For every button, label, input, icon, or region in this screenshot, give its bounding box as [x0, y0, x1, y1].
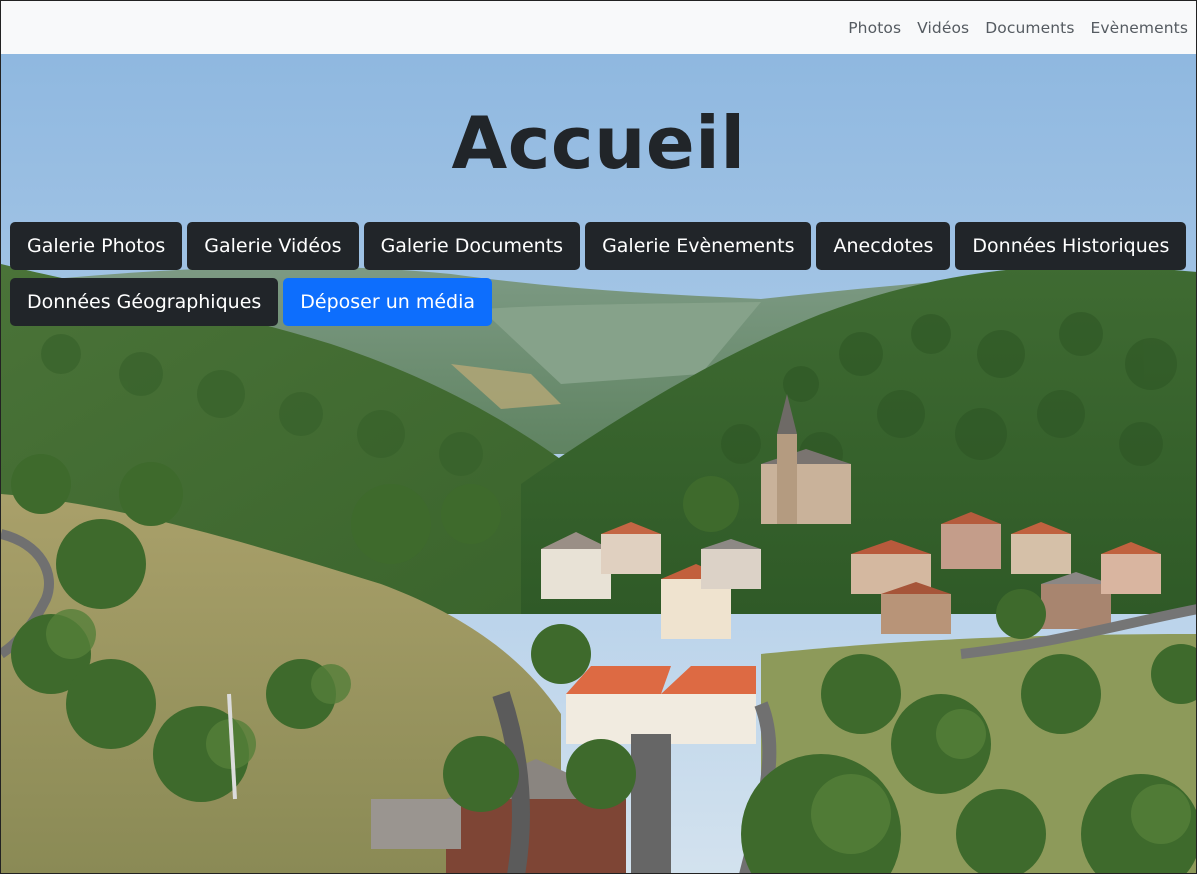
- galerie-photos-button[interactable]: Galerie Photos: [10, 222, 183, 270]
- secondary-buttons-row: Données Géographiques Déposer un média: [10, 278, 493, 326]
- nav-link-evenements[interactable]: Evènements: [1091, 19, 1188, 37]
- galerie-evenements-button[interactable]: Galerie Evènements: [585, 222, 812, 270]
- nav-link-documents[interactable]: Documents: [985, 19, 1074, 37]
- galerie-videos-button[interactable]: Galerie Vidéos: [187, 222, 359, 270]
- donnees-historiques-button[interactable]: Données Historiques: [955, 222, 1187, 270]
- donnees-geographiques-button[interactable]: Données Géographiques: [10, 278, 279, 326]
- nav-link-videos[interactable]: Vidéos: [917, 19, 969, 37]
- app-window: Photos Vidéos Documents Evènements Accue…: [0, 0, 1197, 874]
- anecdotes-button[interactable]: Anecdotes: [816, 222, 951, 270]
- deposer-media-button[interactable]: Déposer un média: [283, 278, 493, 326]
- top-navbar: Photos Vidéos Documents Evènements: [1, 1, 1196, 54]
- nav-link-photos[interactable]: Photos: [848, 19, 901, 37]
- page-title: Accueil: [451, 101, 746, 185]
- gallery-buttons-row: Galerie Photos Galerie Vidéos Galerie Do…: [10, 222, 1187, 270]
- galerie-documents-button[interactable]: Galerie Documents: [363, 222, 581, 270]
